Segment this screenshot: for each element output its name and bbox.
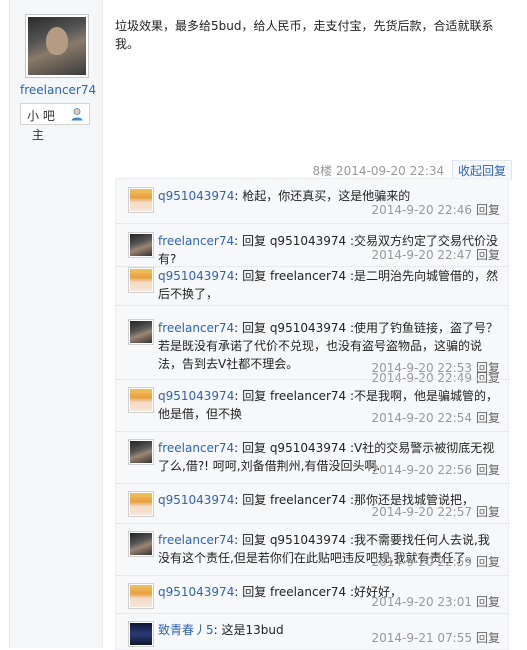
reply-username[interactable]: 致青春丿5 [158, 623, 214, 637]
reply-button[interactable]: 回复 [476, 203, 500, 217]
reply-button[interactable]: 回复 [476, 361, 500, 375]
reply-time: 2014-9-20 22:57 [371, 505, 472, 519]
post-content: 垃圾效果，最多给5bud，给人民币，走支付宝，先货后款，合适就联系我。 [115, 19, 494, 51]
badge-label: 小 吧 [27, 109, 55, 123]
reply-item: q951043974: 回复 freelancer74 :好好好， 2014-9… [116, 575, 508, 614]
reply-time: 2014-9-20 22:53 [371, 361, 472, 375]
reply-avatar[interactable] [128, 187, 154, 213]
reply-avatar[interactable] [128, 387, 154, 413]
reply-time: 2014-9-20 23:01 [371, 595, 472, 609]
reply-username[interactable]: freelancer74 [158, 321, 234, 335]
reply-avatar[interactable] [128, 267, 154, 293]
badge-sub-label: 主 [32, 128, 45, 142]
reply-item: freelancer74: 回复 q951043974 :V社的交易警示被彻底无… [116, 431, 508, 484]
reply-item: freelancer74: 回复 q951043974 :我不需要找任何人去说,… [116, 523, 508, 576]
reply-username[interactable]: freelancer74 [158, 533, 234, 547]
reply-username[interactable]: q951043974 [158, 389, 234, 403]
reply-avatar[interactable] [128, 491, 154, 517]
collapse-replies-button[interactable]: 收起回复 [451, 160, 512, 180]
reply-username[interactable]: q951043974 [158, 189, 234, 203]
reply-list: q951043974: 枪起，你还真买，这是他骗来的 2014-9-20 22:… [115, 178, 509, 650]
reply-button[interactable]: 回复 [476, 505, 500, 519]
reply-avatar[interactable] [128, 232, 154, 258]
reply-avatar[interactable] [128, 531, 154, 557]
post-meta: 8楼 2014-09-20 22:34 收起回复 [313, 160, 512, 180]
author-avatar[interactable] [25, 14, 89, 78]
reply-button[interactable]: 回复 [476, 631, 500, 645]
reply-meta: 2014-9-20 22:59 回复 [371, 553, 500, 570]
user-icon [71, 108, 83, 121]
reply-avatar[interactable] [128, 583, 154, 609]
reply-button[interactable]: 回复 [476, 411, 500, 425]
reply-button[interactable]: 回复 [476, 595, 500, 609]
reply-body: q951043974: 回复 freelancer74 :是二明治先向城管借的，… [158, 267, 500, 303]
floor-number: 8楼 [312, 164, 333, 178]
reply-time: 2014-9-20 22:54 [371, 411, 472, 425]
reply-meta: 2014-9-20 22:56 回复 [371, 461, 500, 478]
reply-meta: 2014-9-20 22:53 回复 [371, 359, 500, 376]
reply-username[interactable]: freelancer74 [158, 234, 234, 248]
reply-item: q951043974: 回复 freelancer74 :是二明治先向城管借的，… [116, 259, 508, 385]
reply-item: 致青春丿5: 这是13bud 2014-9-21 07:55 回复 [116, 613, 508, 649]
reply-meta: 2014-9-20 22:57 回复 [371, 503, 500, 520]
author-sidebar [10, 0, 103, 648]
reply-meta: 2014-9-21 07:55 回复 [371, 629, 500, 646]
reply-username[interactable]: q951043974 [158, 269, 234, 283]
reply-time: 2014-9-20 22:46 [371, 203, 472, 217]
reply-item: q951043974: 枪起，你还真买，这是他骗来的 2014-9-20 22:… [116, 179, 508, 224]
reply-item: q951043974: 回复 freelancer74 :那你还是找城管说把， … [116, 483, 508, 524]
reply-avatar[interactable] [128, 621, 154, 647]
reply-button[interactable]: 回复 [476, 555, 500, 569]
reply-username[interactable]: freelancer74 [158, 441, 234, 455]
reply-text: : 这是13bud [213, 623, 284, 637]
reply-meta: 2014-9-20 23:01 回复 [371, 593, 500, 610]
reply-meta: 2014-9-20 22:46 回复 [371, 201, 500, 218]
reply-avatar[interactable] [128, 319, 154, 345]
reply-username[interactable]: q951043974 [158, 493, 234, 507]
reply-avatar[interactable] [128, 439, 154, 465]
reply-time: 2014-9-21 07:55 [371, 631, 472, 645]
reply-item: freelancer74: 回复 q951043974 :使用了钓鱼链接，盗了号… [116, 311, 508, 380]
reply-meta: 2014-9-20 22:54 回复 [371, 409, 500, 426]
reply-username[interactable]: q951043974 [158, 585, 234, 599]
author-name[interactable]: freelancer74 [20, 83, 96, 97]
reply-time: 2014-9-20 22:56 [371, 463, 472, 477]
reply-item: q951043974: 回复 freelancer74 :不是我啊，他是骗城管的… [116, 379, 508, 432]
reply-time: 2014-9-20 22:59 [371, 555, 472, 569]
moderator-badge[interactable]: 小 吧 [20, 103, 90, 125]
reply-button[interactable]: 回复 [476, 463, 500, 477]
post-time: 2014-09-20 22:34 [336, 164, 445, 178]
